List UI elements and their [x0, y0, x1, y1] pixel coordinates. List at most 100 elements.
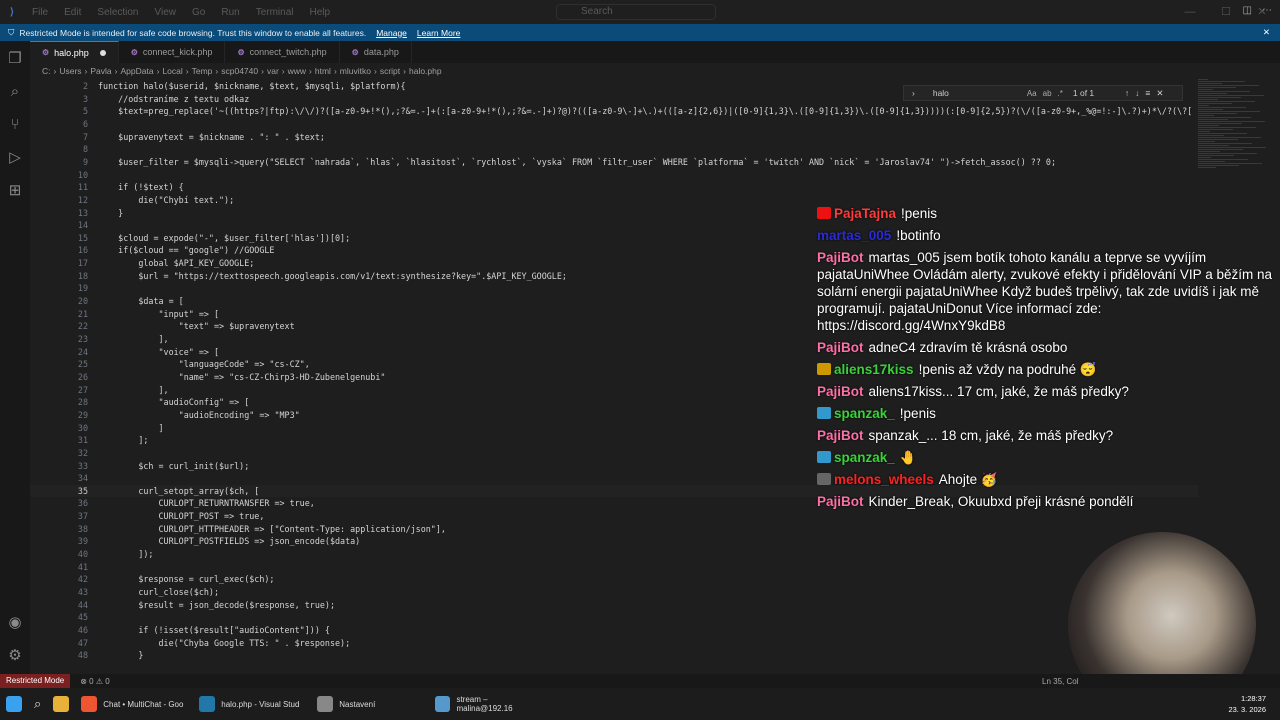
menu-item[interactable]: Go [184, 7, 213, 18]
line-number: 18 [77, 270, 88, 281]
code-text: ], [98, 334, 169, 344]
breadcrumb-item[interactable]: Local [162, 66, 182, 76]
tab-connect-kick-php[interactable]: ⚙ connect_kick.php [119, 41, 226, 63]
menu-item[interactable]: Edit [56, 7, 89, 18]
code-line[interactable]: 38 CURLOPT_HTTPHEADER => ["Content-Type:… [30, 523, 1198, 536]
code-text: if($cloud == "google") //GOOGLE [98, 245, 275, 256]
extensions-icon[interactable]: ⊞ [5, 181, 25, 201]
breadcrumb-item[interactable]: html [315, 66, 331, 76]
code-line[interactable]: 10 [30, 169, 1198, 182]
code-line[interactable]: 46 if (!isset($result["audioContent"])) … [30, 624, 1198, 637]
minimap-line [1198, 111, 1260, 112]
line-number: 15 [77, 232, 88, 243]
line-number: 3 [82, 93, 88, 104]
menu-item[interactable]: View [147, 7, 185, 18]
line-number: 17 [77, 258, 88, 269]
breadcrumb-item[interactable]: Users [59, 66, 81, 76]
code-line[interactable]: 6 [30, 118, 1198, 131]
code-line[interactable]: 47 die("Chyba Google TTS: " . $response)… [30, 637, 1198, 650]
breadcrumb-item[interactable]: script [380, 66, 400, 76]
breadcrumb-item[interactable]: mluvitko [340, 66, 371, 76]
maximize-icon[interactable]: ☐ [1208, 0, 1244, 24]
breadcrumb-item[interactable]: AppData [121, 66, 154, 76]
code-line[interactable]: 7 $upravenytext = $nickname . ": " . $te… [30, 131, 1198, 144]
menu-item[interactable]: Help [302, 7, 339, 18]
code-line[interactable]: 40 ]); [30, 548, 1198, 561]
run-debug-icon[interactable]: ▷ [5, 148, 25, 168]
menu-item[interactable]: File [24, 7, 56, 18]
command-search-input[interactable]: Search [556, 4, 716, 20]
account-icon[interactable]: ◉ [5, 613, 25, 633]
menu-item[interactable]: Run [213, 7, 247, 18]
breadcrumb-item[interactable]: halo.php [409, 66, 442, 76]
minimap-line [1198, 95, 1264, 96]
whole-word-icon[interactable]: ab [1043, 89, 1052, 98]
previous-match-icon[interactable]: ↑ [1125, 88, 1129, 98]
code-text: "input" => [ [98, 308, 220, 319]
find-selection-icon[interactable]: ≡ [1145, 88, 1150, 98]
clock[interactable]: 1:28:37 23. 3. 2026 [1228, 693, 1266, 715]
menu-item[interactable]: Terminal [248, 7, 302, 18]
close-find-icon[interactable]: ✕ [1156, 88, 1163, 99]
clock-time: 1:28:37 [1240, 694, 1266, 703]
more-actions-icon[interactable]: ⋯ [1262, 5, 1272, 16]
regex-icon[interactable]: .* [1058, 89, 1063, 98]
breadcrumb-item[interactable]: C: [42, 66, 51, 76]
breadcrumb-item[interactable]: www [288, 66, 306, 76]
minimap-line [1198, 153, 1257, 154]
code-text: $user_filter = $mysqli->query("SELECT `n… [98, 156, 1057, 167]
code-line[interactable]: 48 } [30, 649, 1198, 662]
code-line[interactable]: 9 $user_filter = $mysqli->query("SELECT … [30, 156, 1198, 169]
start-button[interactable] [0, 688, 28, 720]
minimap[interactable] [1198, 78, 1280, 218]
problems-status[interactable]: ⊗ 0 ⚠ 0 [80, 677, 109, 686]
breadcrumb-item[interactable]: var [267, 66, 279, 76]
code-line[interactable]: 8 [30, 143, 1198, 156]
cursor-position[interactable]: Ln 35, Col [1042, 677, 1078, 686]
code-line[interactable]: 45 [30, 611, 1198, 624]
manage-link[interactable]: Manage [376, 28, 407, 38]
chat-text: spanzak_... 18 cm, jaké, že máš předky? [868, 428, 1114, 443]
minimap-line [1198, 141, 1215, 142]
split-editor-icon[interactable]: ◫ [1243, 5, 1252, 16]
code-line[interactable]: 42 $response = curl_exec($ch); [30, 573, 1198, 586]
code-text: ]); [98, 549, 154, 560]
taskbar-search[interactable]: ⌕ [28, 688, 47, 720]
taskbar-app[interactable]: halo.php - Visual Stud [193, 688, 311, 720]
code-line[interactable]: 43 curl_close($ch); [30, 586, 1198, 599]
file-explorer-button[interactable] [47, 688, 75, 720]
breadcrumb-item[interactable]: Pavla [90, 66, 111, 76]
tab-data-php[interactable]: ⚙ data.php [340, 41, 412, 63]
taskbar-app[interactable]: stream – malina@192.16 [429, 688, 547, 720]
learn-more-link[interactable]: Learn More [417, 28, 460, 38]
breadcrumb-item[interactable]: Temp [192, 66, 213, 76]
unsaved-dot-icon[interactable] [99, 49, 106, 56]
tab-connect-twitch-php[interactable]: ⚙ connect_twitch.php [225, 41, 340, 63]
code-line[interactable]: 39 CURLOPT_POSTFIELDS => json_encode($da… [30, 535, 1198, 548]
match-case-icon[interactable]: Aa [1027, 89, 1037, 98]
gear-icon[interactable]: ⚙ [5, 646, 25, 666]
explorer-icon[interactable]: ❐ [5, 49, 25, 69]
code-line[interactable]: 44 $result = json_decode($response, true… [30, 599, 1198, 612]
code-line[interactable]: 5 $text=preg_replace('~((https?|ftp):\/\… [30, 105, 1198, 118]
tab-halo-php[interactable]: ⚙ halo.php [30, 41, 119, 63]
menu-item[interactable]: Selection [89, 7, 146, 18]
chat-username: PajiBot [817, 250, 864, 265]
code-text: $url = "https://texttospeech.googleapis.… [98, 270, 567, 281]
code-line[interactable]: 41 [30, 561, 1198, 574]
find-input[interactable]: halo [921, 87, 1021, 99]
restricted-mode-status[interactable]: Restricted Mode [0, 674, 71, 688]
breadcrumb-item[interactable]: scp04740 [221, 66, 258, 76]
line-number: 47 [77, 637, 88, 648]
close-banner-icon[interactable]: ✕ [1263, 27, 1270, 38]
taskbar-app[interactable]: Nastavení [311, 688, 429, 720]
code-line[interactable]: 11 if (!$text) { [30, 181, 1198, 194]
find-widget: › halo Aa ab .* 1 of 1 ↑ ↓ ≡ ✕ [903, 85, 1183, 101]
minimize-icon[interactable]: — [1172, 0, 1208, 24]
taskbar-app[interactable]: Chat • MultiChat - Goo [75, 688, 193, 720]
chevron-right-icon[interactable]: › [912, 88, 915, 98]
source-control-icon[interactable]: ⑂ [5, 115, 25, 135]
code-text: die("Chyba Google TTS: " . $response); [98, 637, 351, 648]
next-match-icon[interactable]: ↓ [1135, 88, 1139, 98]
search-icon[interactable]: ⌕ [5, 82, 25, 102]
